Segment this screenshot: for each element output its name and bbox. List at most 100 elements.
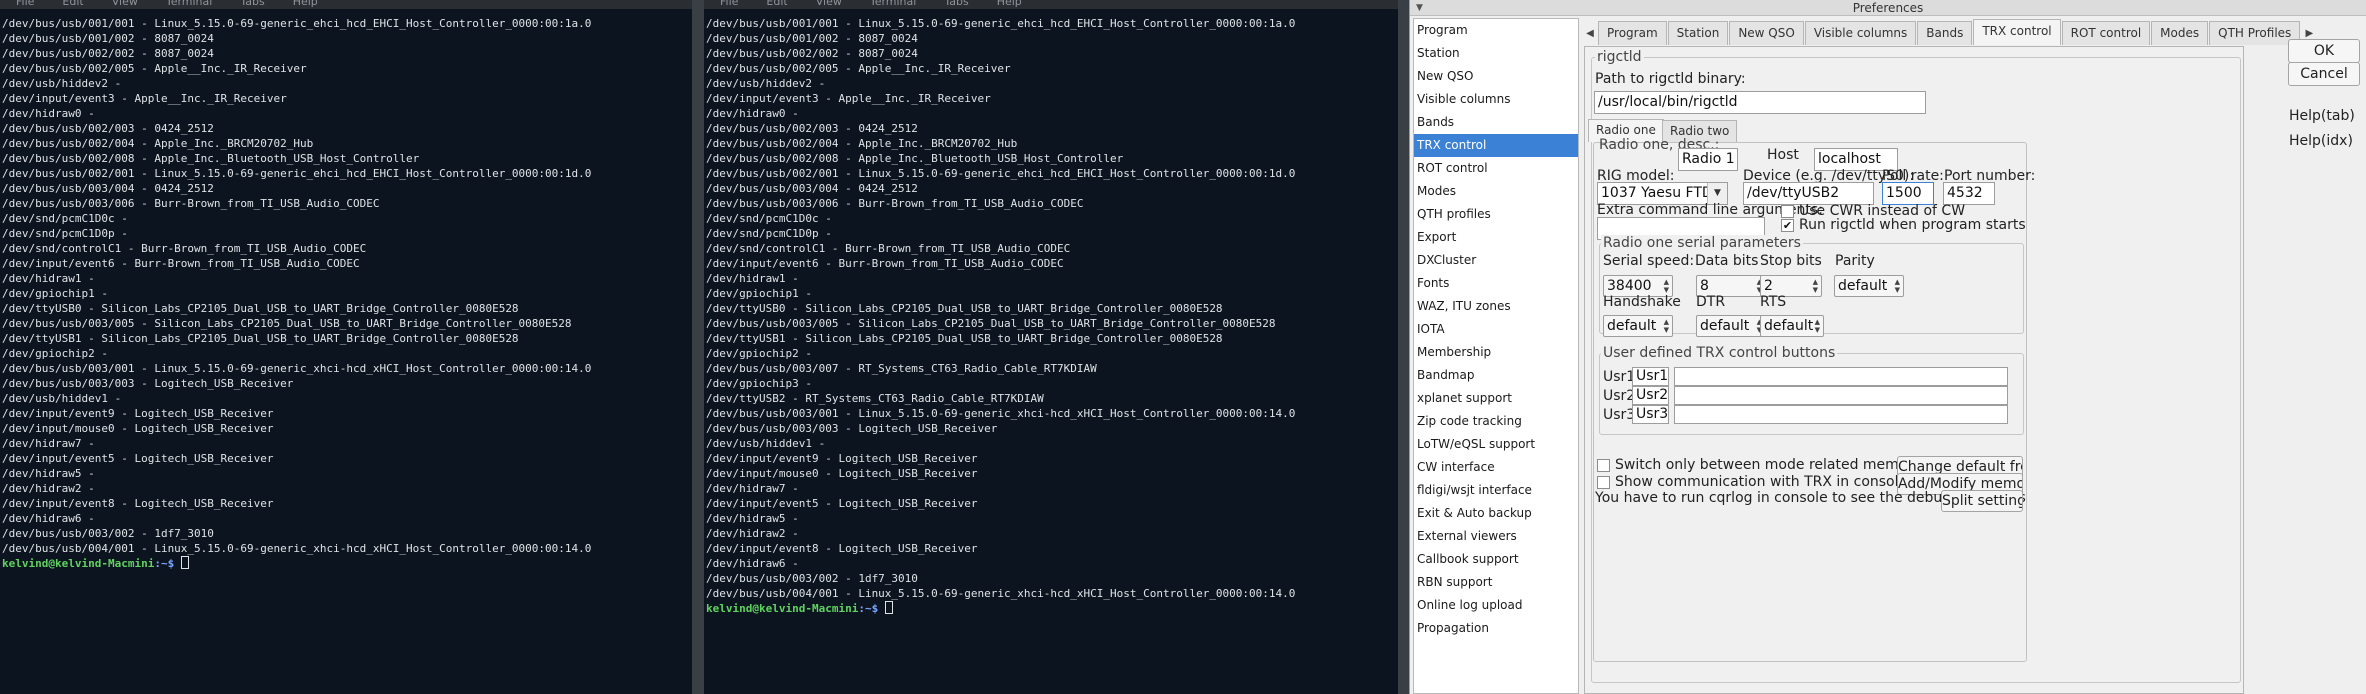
nav-item[interactable]: CW interface <box>1414 456 1578 479</box>
terminal-menubar: File Edit View Terminal Tabs Help <box>704 0 1398 9</box>
terminal-line: /dev/bus/usb/003/005 - Silicon_Labs_CP21… <box>706 317 1276 330</box>
nav-item[interactable]: Bands <box>1414 111 1578 134</box>
terminal-menu-item[interactable]: Help <box>997 0 1022 9</box>
tab-item[interactable]: Station <box>1667 21 1729 45</box>
run-rigctld-checkbox[interactable]: ✔ Run rigctld when program starts <box>1781 217 2026 233</box>
terminal-menu-item[interactable]: File <box>16 0 34 9</box>
usr-command-input[interactable] <box>1674 367 2008 386</box>
terminal-window-left[interactable]: File Edit View Terminal Tabs Help /dev/bus/us… <box>0 0 692 694</box>
tab-item[interactable]: Modes <box>2151 21 2209 45</box>
terminal-menu-item[interactable]: File <box>720 0 738 9</box>
nav-item[interactable]: Online log upload <box>1414 594 1578 617</box>
split-settings-button[interactable]: Split settings <box>1941 490 2023 512</box>
terminal-menu-item[interactable]: View <box>816 0 842 9</box>
pane-divider[interactable] <box>692 0 704 694</box>
nav-item[interactable]: Bandmap <box>1414 364 1578 387</box>
usr-command-input[interactable] <box>1674 405 2008 424</box>
tab-item[interactable]: Visible columns <box>1804 21 1917 45</box>
checkbox-icon[interactable] <box>1781 204 1794 218</box>
terminal-menu-item[interactable]: Tabs <box>944 0 968 9</box>
parity-select[interactable]: default ▲ ▼ <box>1834 275 1904 297</box>
nav-item[interactable]: Exit & Auto backup <box>1414 502 1578 525</box>
ok-button[interactable]: OK <box>2288 39 2360 63</box>
handshake-select[interactable]: default ▲ ▼ <box>1603 315 1673 337</box>
nav-item[interactable]: LoTW/eQSL support <box>1414 433 1578 456</box>
nav-item[interactable]: Visible columns <box>1414 88 1578 111</box>
nav-item[interactable]: xplanet support <box>1414 387 1578 410</box>
spin-arrows-icon[interactable]: ▲▼ <box>1664 278 1669 294</box>
switch-mem-checkbox[interactable]: Switch only between mode related memorie… <box>1597 457 1933 473</box>
shell-prompt[interactable]: kelvind@kelvind-Macmini:~$ <box>706 601 1398 616</box>
terminal-menu-item[interactable]: Edit <box>62 0 83 9</box>
spin-arrows-icon[interactable]: ▲▼ <box>1813 278 1818 294</box>
cancel-button[interactable]: Cancel <box>2288 62 2360 86</box>
terminal-line: /dev/gpiochip1 - <box>2 287 108 300</box>
radio-desc-input[interactable]: Radio 1 <box>1678 148 1738 171</box>
help-tab-button[interactable]: Help(tab) <box>2289 108 2355 124</box>
usr-command-input[interactable] <box>1674 386 2008 405</box>
nav-item[interactable]: fldigi/wsjt interface <box>1414 479 1578 502</box>
terminal-line: /dev/gpiochip1 - <box>706 287 812 300</box>
checkbox-icon[interactable] <box>1597 475 1610 489</box>
poll-rate-input[interactable]: 1500 <box>1882 182 1934 205</box>
terminal-menu-item[interactable]: Help <box>293 0 318 9</box>
nav-item[interactable]: RBN support <box>1414 571 1578 594</box>
nav-item[interactable]: QTH profiles <box>1414 203 1578 226</box>
terminal-menu-item[interactable]: View <box>112 0 138 9</box>
help-idx-button[interactable]: Help(idx) <box>2289 133 2353 149</box>
terminal-window-right[interactable]: File Edit View Terminal Tabs Help /dev/bus/us… <box>704 0 1398 694</box>
nav-item[interactable]: Station <box>1414 42 1578 65</box>
terminal-line: /dev/input/event9 - Logitech_USB_Receive… <box>2 407 274 420</box>
nav-item[interactable]: WAZ, ITU zones <box>1414 295 1578 318</box>
window-menu-icon[interactable]: ▼ <box>1416 0 1423 16</box>
terminal-output[interactable]: /dev/bus/usb/001/001 - Linux_5.15.0-69-g… <box>2 16 692 571</box>
tab-item[interactable]: ROT control <box>2061 21 2151 45</box>
tab-item[interactable]: TRX control <box>1973 19 2061 45</box>
shell-prompt[interactable]: kelvind@kelvind-Macmini:~$ <box>2 556 692 571</box>
dtr-select[interactable]: default▲▼ <box>1696 315 1766 337</box>
checkbox-icon[interactable] <box>1597 458 1610 472</box>
tab-item[interactable]: QTH Profiles <box>2209 21 2301 45</box>
port-number-input[interactable]: 4532 <box>1943 182 1995 205</box>
tab-item[interactable]: Program <box>1598 21 1667 45</box>
nav-item[interactable]: External viewers <box>1414 525 1578 548</box>
nav-item[interactable]: Program <box>1414 19 1578 42</box>
terminal-line: /dev/usb/hiddev1 - <box>706 437 826 450</box>
tab-scroll-left-icon[interactable]: ◀ <box>1582 23 1598 45</box>
spin-arrows-icon[interactable]: ▲▼ <box>1815 318 1820 334</box>
chevron-down-icon[interactable]: ▼ <box>1707 183 1727 204</box>
rts-select[interactable]: default ▲ ▼ <box>1760 315 1824 337</box>
usr-name-input[interactable]: Usr2 <box>1632 386 1669 405</box>
nav-item[interactable]: Modes <box>1414 180 1578 203</box>
checkbox-icon[interactable]: ✔ <box>1781 218 1794 232</box>
nav-item[interactable]: Fonts <box>1414 272 1578 295</box>
terminal-line: /dev/input/event5 - Logitech_USB_Receive… <box>2 452 274 465</box>
nav-item[interactable]: Membership <box>1414 341 1578 364</box>
preferences-nav-list[interactable]: Program Station New QSO Visible columns Band… <box>1413 18 1579 694</box>
spin-arrows-icon[interactable]: ▲▼ <box>1895 278 1900 294</box>
terminal-menu-item[interactable]: Tabs <box>240 0 264 9</box>
spin-arrows-icon[interactable]: ▲▼ <box>1664 318 1669 334</box>
nav-item[interactable]: DXCluster <box>1414 249 1578 272</box>
terminal-output[interactable]: /dev/bus/usb/001/001 - Linux_5.15.0-69-g… <box>706 16 1398 616</box>
show-comm-label: Show communication with TRX in console <box>1615 474 1908 490</box>
usr-name-input[interactable]: Usr1 <box>1632 367 1669 386</box>
rigctld-path-input[interactable]: /usr/local/bin/rigctld <box>1594 91 1926 114</box>
nav-item[interactable]: ROT control <box>1414 157 1578 180</box>
nav-item[interactable]: Propagation <box>1414 617 1578 640</box>
tab-item[interactable]: New QSO <box>1729 21 1804 45</box>
nav-item[interactable]: Export <box>1414 226 1578 249</box>
pane-divider[interactable] <box>1398 0 1409 694</box>
nav-item[interactable]: TRX control <box>1414 134 1578 157</box>
tab-item[interactable]: Bands <box>1917 21 1973 45</box>
usr-name-input[interactable]: Usr3 <box>1632 405 1669 424</box>
nav-item[interactable]: IOTA <box>1414 318 1578 341</box>
terminal-menu-item[interactable]: Edit <box>766 0 787 9</box>
nav-item[interactable]: New QSO <box>1414 65 1578 88</box>
terminal-line: /dev/bus/usb/003/006 - Burr-Brown_from_T… <box>2 197 380 210</box>
terminal-menu-item[interactable]: Terminal <box>870 0 917 9</box>
nav-item[interactable]: Zip code tracking <box>1414 410 1578 433</box>
show-comm-checkbox[interactable]: Show communication with TRX in console <box>1597 474 1907 490</box>
nav-item[interactable]: Callbook support <box>1414 548 1578 571</box>
terminal-menu-item[interactable]: Terminal <box>166 0 213 9</box>
